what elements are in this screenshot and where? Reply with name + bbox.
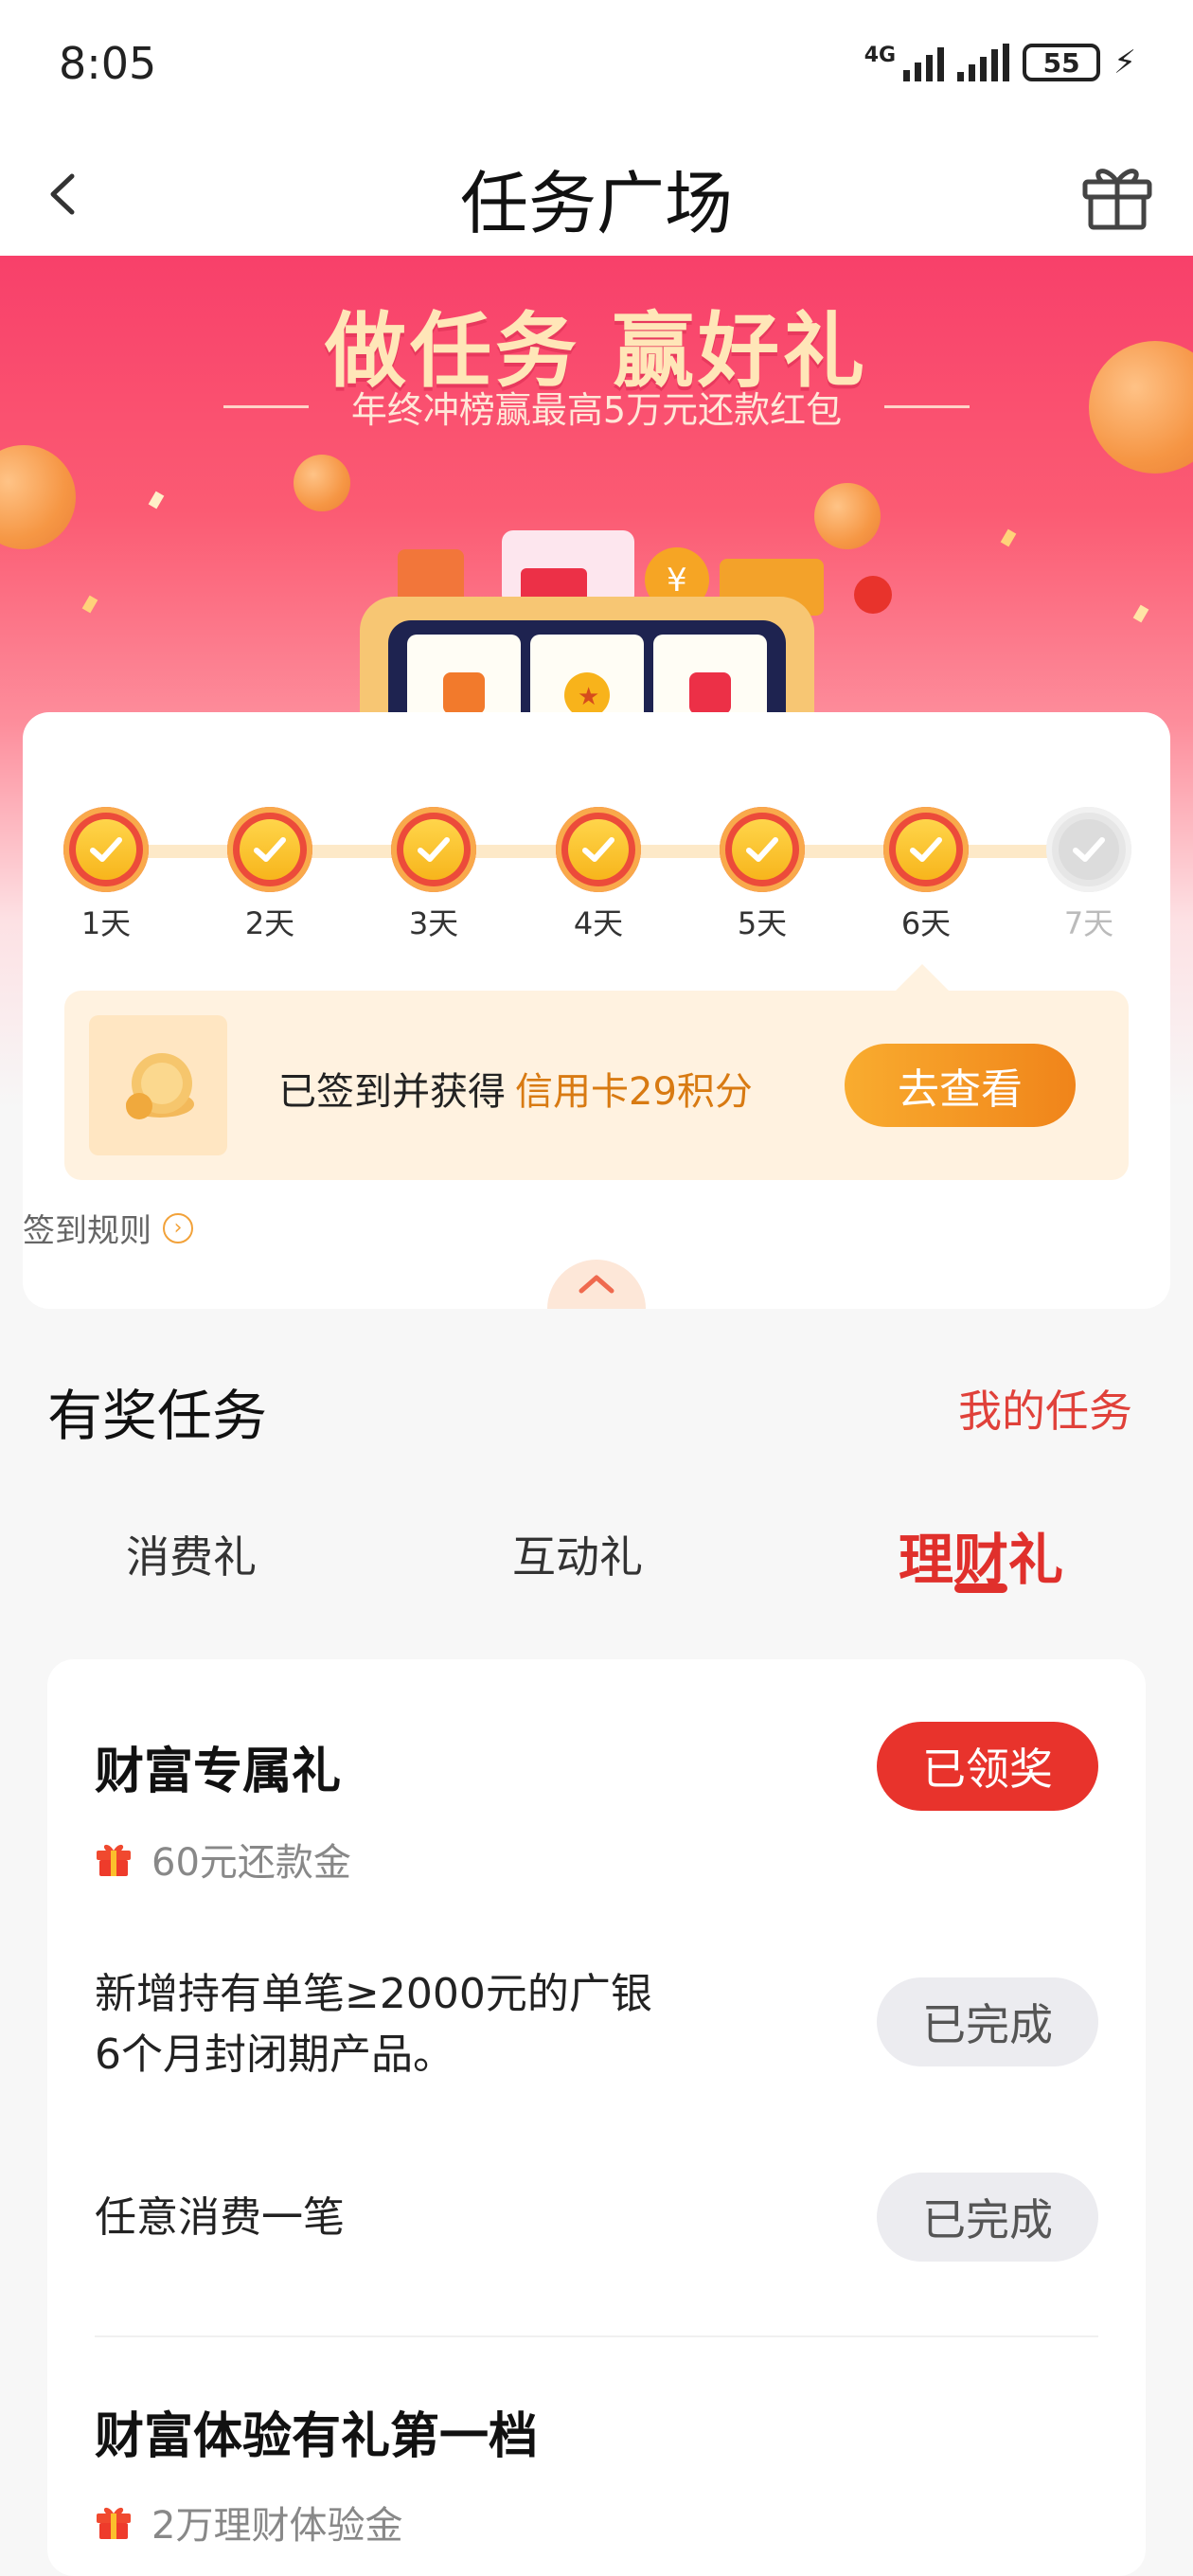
tasks-section-title: 有奖任务 — [47, 1384, 268, 1448]
gift-icon — [97, 2507, 131, 2539]
network-type-label: 4G — [864, 44, 897, 67]
checkin-day-1: 1天 — [49, 807, 163, 943]
status-bar: 8:05 4G 55 ⚡ — [0, 0, 1193, 133]
status-time: 8:05 — [59, 38, 157, 89]
cellular-signal-icon — [903, 44, 945, 81]
gift-icon — [97, 1844, 131, 1876]
gift-button[interactable] — [1077, 153, 1157, 233]
collapse-button[interactable] — [547, 1260, 646, 1309]
check-icon — [582, 837, 614, 862]
checkin-day-label: 2天 — [244, 905, 295, 941]
rules-link-label: 签到规则 — [23, 1212, 151, 1250]
check-icon — [254, 837, 286, 862]
checkin-badge — [391, 807, 476, 892]
confetti-decoration — [1132, 604, 1149, 623]
task-item-line: 新增持有单笔≥2000元的广银 — [95, 1970, 652, 2018]
coin-decoration — [0, 445, 76, 549]
tab-interaction[interactable]: 互动礼 — [436, 1523, 720, 1585]
task-item-line: 任意消费一笔 — [95, 2193, 345, 2242]
checkin-reward-box: 已签到并获得 信用卡29积分 去查看 — [64, 991, 1129, 1180]
charging-icon: ⚡ — [1113, 44, 1136, 81]
page-title: 任务广场 — [459, 164, 733, 243]
task-completed-button[interactable]: 已完成 — [877, 1977, 1098, 2066]
checkin-day-7: 7天 — [1032, 807, 1146, 943]
task-group-reward-label: 2万理财体验金 — [151, 2504, 403, 2548]
check-icon — [90, 837, 122, 862]
check-icon — [418, 837, 450, 862]
task-item-text: 任意消费一笔 — [95, 2188, 682, 2248]
reward-pointer — [894, 964, 951, 993]
active-tab-indicator — [954, 1583, 1007, 1593]
check-icon — [910, 837, 942, 862]
reward-value: 信用卡29积分 — [515, 1070, 753, 1114]
checkin-badge — [63, 807, 149, 892]
checkin-day-label: 6天 — [900, 905, 952, 941]
points-coin-icon — [89, 1015, 227, 1155]
task-group-reward: 2万理财体验金 — [95, 2495, 402, 2549]
task-tabs: 消费礼 互动礼 理财礼 — [0, 1515, 1193, 1610]
svg-text:★: ★ — [578, 683, 599, 711]
my-tasks-link[interactable]: 我的任务 — [958, 1377, 1132, 1440]
checkin-day-label: 7天 — [1063, 905, 1114, 941]
claimed-reward-button[interactable]: 已领奖 — [877, 1722, 1098, 1811]
group-divider — [95, 2335, 1098, 2337]
task-group-reward: 60元还款金 — [95, 1832, 351, 1887]
reward-label: 已签到并获得 — [278, 1070, 506, 1114]
checkin-day-4: 4天 — [542, 807, 655, 943]
checkin-badge — [883, 807, 969, 892]
svg-text:¥: ¥ — [667, 562, 687, 599]
reward-text: 已签到并获得 信用卡29积分 — [278, 1061, 753, 1116]
status-icons: 4G 55 ⚡ — [864, 44, 1136, 81]
nav-bar: 任务广场 — [0, 133, 1193, 256]
battery-icon: 55 — [1023, 44, 1101, 81]
task-group-title: 财富专属礼 — [95, 1744, 342, 1800]
checkin-badge — [556, 807, 641, 892]
gift-icon — [1082, 169, 1152, 230]
confetti-decoration — [81, 595, 98, 614]
task-item-line: 6个月封闭期产品。 — [95, 2030, 454, 2079]
task-group-reward-label: 60元还款金 — [151, 1841, 351, 1885]
task-completed-button[interactable]: 已完成 — [877, 2173, 1098, 2262]
checkin-day-label: 4天 — [573, 905, 624, 941]
checkin-day-3: 3天 — [377, 807, 490, 943]
checkin-day-5: 5天 — [705, 807, 819, 943]
checkin-day-label: 1天 — [80, 905, 132, 941]
checkin-card: 1天 2天 3天 4天 5天 6天 7天 已签到并获得 信用卡29积分 去查看 … — [23, 712, 1170, 1309]
coin-decoration — [294, 455, 350, 511]
chevron-right-icon: › — [163, 1212, 193, 1243]
checkin-badge — [1046, 807, 1131, 892]
banner-subtitle: 年终冲榜赢最高5万元还款红包 — [350, 389, 843, 431]
tab-consumption[interactable]: 消费礼 — [49, 1523, 333, 1585]
confetti-decoration — [148, 491, 165, 510]
checkin-day-6: 6天 — [869, 807, 983, 943]
battery-level: 55 — [1042, 46, 1080, 79]
confetti-decoration — [1000, 528, 1017, 547]
task-group-title: 财富体验有礼第一档 — [95, 2408, 539, 2465]
check-icon — [746, 837, 778, 862]
check-icon — [1073, 837, 1105, 862]
checkin-badge — [227, 807, 312, 892]
lever-knob-decoration — [854, 576, 892, 614]
checkin-day-2: 2天 — [213, 807, 327, 943]
view-reward-button[interactable]: 去查看 — [845, 1044, 1076, 1127]
checkin-rules-link[interactable]: 签到规则 › — [23, 1205, 193, 1251]
checkin-day-label: 5天 — [737, 905, 788, 941]
checkin-badge — [720, 807, 805, 892]
checkin-day-label: 3天 — [408, 905, 459, 941]
chevron-up-icon — [579, 1275, 614, 1294]
cellular-signal-2-icon — [957, 44, 1010, 81]
task-list-card: 财富专属礼 已领奖 60元还款金 新增持有单笔≥2000元的广银 6个月封闭期产… — [47, 1659, 1146, 2576]
task-item-text: 新增持有单笔≥2000元的广银 6个月封闭期产品。 — [95, 1964, 682, 2085]
